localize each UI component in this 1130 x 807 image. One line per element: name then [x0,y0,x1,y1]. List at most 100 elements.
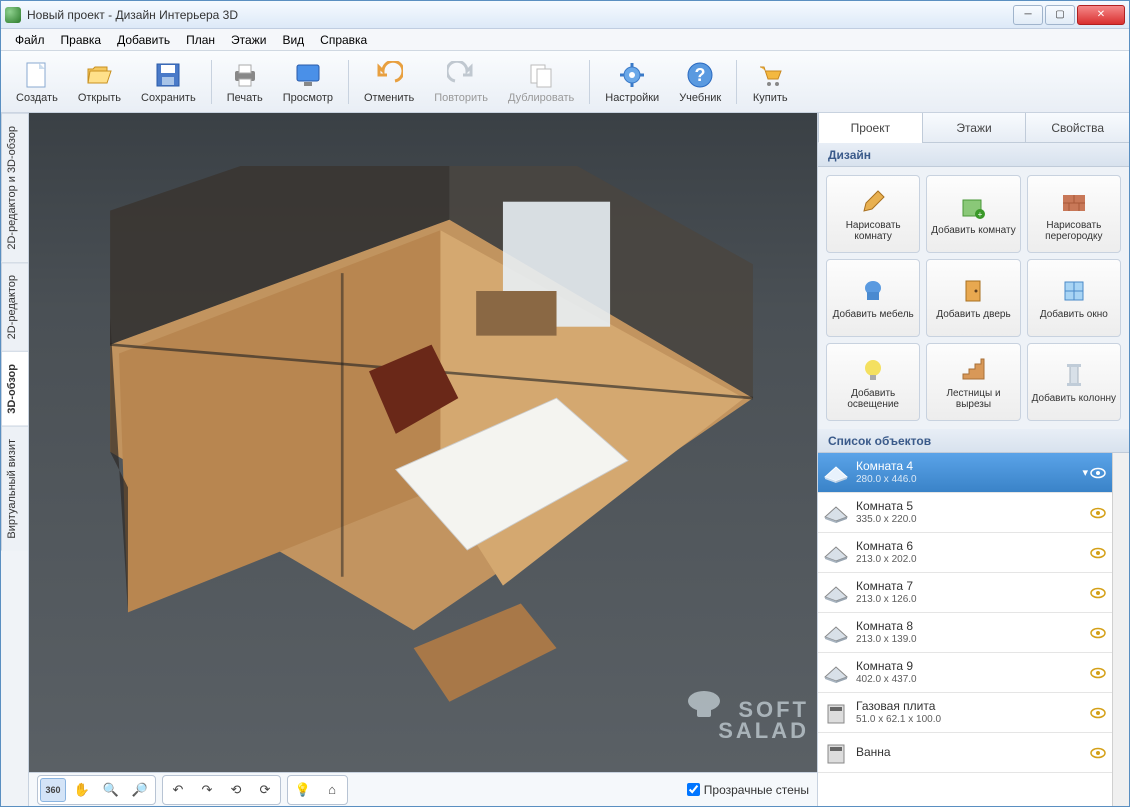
tile-add-furniture[interactable]: Добавить мебель [826,259,920,337]
buy-button[interactable]: Купить [743,56,797,107]
viewport: SOFT SALAD 360 ✋ 🔍 🔎 ↶ ↷ ⟲ ⟳ [29,113,817,806]
design-grid: Нарисовать комнату +Добавить комнату Нар… [818,167,1129,429]
tile-add-room[interactable]: +Добавить комнату [926,175,1020,253]
object-row[interactable]: Газовая плита51.0 x 62.1 x 100.0 [818,693,1112,733]
object-row[interactable]: Комната 5335.0 x 220.0 [818,493,1112,533]
menu-edit[interactable]: Правка [53,31,110,49]
object-name: Газовая плита [856,699,1084,714]
tool-zoom-in[interactable]: 🔍 [98,778,124,802]
object-name: Ванна [856,745,1084,760]
window-icon [1059,276,1089,306]
design-header: Дизайн [818,143,1129,167]
maximize-button[interactable]: ▢ [1045,5,1075,25]
redo-button[interactable]: Повторить [425,56,497,107]
box-icon [822,619,850,647]
object-row[interactable]: Ванна [818,733,1112,773]
transparent-walls-checkbox[interactable] [687,783,700,796]
tool-360[interactable]: 360 [40,778,66,802]
object-dimensions: 213.0 x 139.0 [856,634,1084,647]
visibility-eye-icon[interactable] [1090,465,1106,481]
tab-2d-3d[interactable]: 2D-редактор и 3D-обзор [1,113,28,262]
tab-floors[interactable]: Этажи [922,113,1026,143]
visibility-eye-icon[interactable] [1090,625,1106,641]
minimize-button[interactable]: ─ [1013,5,1043,25]
object-name: Комната 7 [856,579,1084,594]
tab-3d-view[interactable]: 3D-обзор [1,351,28,426]
door-icon [958,276,988,306]
visibility-eye-icon[interactable] [1090,545,1106,561]
menu-add[interactable]: Добавить [109,31,178,49]
tool-light[interactable]: 💡 [290,778,316,802]
tool-zoom-out[interactable]: 🔎 [127,778,153,802]
menubar: Файл Правка Добавить План Этажи Вид Спра… [1,29,1129,51]
help-button[interactable]: ? Учебник [670,56,730,107]
duplicate-button[interactable]: Дублировать [499,56,583,107]
tab-project[interactable]: Проект [818,113,922,143]
object-dimensions: 213.0 x 126.0 [856,594,1084,607]
tool-tilt-down[interactable]: ⟳ [252,778,278,802]
object-name: Комната 5 [856,499,1084,514]
menu-help[interactable]: Справка [312,31,375,49]
pencil-icon [858,187,888,217]
separator [348,60,349,104]
menu-view[interactable]: Вид [274,31,312,49]
object-dimensions: 51.0 x 62.1 x 100.0 [856,714,1084,727]
menu-floors[interactable]: Этажи [223,31,274,49]
tool-pan[interactable]: ✋ [69,778,95,802]
scrollbar[interactable] [1112,453,1129,806]
new-button[interactable]: Создать [7,56,67,107]
tool-home[interactable]: ⌂ [319,778,345,802]
print-button[interactable]: Печать [218,56,272,107]
visibility-eye-icon[interactable] [1090,505,1106,521]
object-row[interactable]: Комната 7213.0 x 126.0 [818,573,1112,613]
undo-button[interactable]: Отменить [355,56,423,107]
close-button[interactable]: ✕ [1077,5,1125,25]
object-row[interactable]: Комната 9402.0 x 437.0 [818,653,1112,693]
tab-properties[interactable]: Свойства [1025,113,1129,143]
preview-button[interactable]: Просмотр [274,56,342,107]
settings-button[interactable]: Настройки [596,56,668,107]
object-row[interactable]: Комната 8213.0 x 139.0 [818,613,1112,653]
tile-stairs[interactable]: Лестницы и вырезы [926,343,1020,421]
transparent-walls-label: Прозрачные стены [704,783,809,797]
tool-rotate-left[interactable]: ↶ [165,778,191,802]
box-icon [822,739,850,767]
open-button[interactable]: Открыть [69,56,130,107]
tile-draw-partition[interactable]: Нарисовать перегородку [1027,175,1121,253]
svg-text:?: ? [695,65,706,85]
tool-rotate-right[interactable]: ↷ [194,778,220,802]
menu-file[interactable]: Файл [7,31,53,49]
window-controls: ─ ▢ ✕ [1011,5,1125,25]
tile-add-column[interactable]: Добавить колонну [1027,343,1121,421]
tab-virtual-visit[interactable]: Виртуальный визит [1,426,28,551]
object-name: Комната 6 [856,539,1084,554]
box-icon [822,539,850,567]
object-name: Комната 8 [856,619,1084,634]
visibility-eye-icon[interactable] [1090,665,1106,681]
tool-tilt-up[interactable]: ⟲ [223,778,249,802]
box-icon [822,579,850,607]
separator [736,60,737,104]
tile-add-lighting[interactable]: Добавить освещение [826,343,920,421]
duplicate-icon [525,59,557,91]
printer-icon [229,59,261,91]
visibility-eye-icon[interactable] [1090,585,1106,601]
help-icon: ? [684,59,716,91]
tile-add-window[interactable]: Добавить окно [1027,259,1121,337]
3d-canvas[interactable]: SOFT SALAD [29,113,817,772]
object-row[interactable]: Комната 6213.0 x 202.0 [818,533,1112,573]
objects-list: Комната 4280.0 x 446.0▾Комната 5335.0 x … [818,453,1112,806]
object-row[interactable]: Комната 4280.0 x 446.0▾ [818,453,1112,493]
tile-draw-room[interactable]: Нарисовать комнату [826,175,920,253]
menu-plan[interactable]: План [178,31,223,49]
save-button[interactable]: Сохранить [132,56,205,107]
tab-2d-editor[interactable]: 2D-редактор [1,262,28,351]
right-panel: Проект Этажи Свойства Дизайн Нарисовать … [817,113,1129,806]
visibility-eye-icon[interactable] [1090,745,1106,761]
canvas-toolbar: 360 ✋ 🔍 🔎 ↶ ↷ ⟲ ⟳ 💡 ⌂ Прозрачные [29,772,817,806]
bulb-icon [858,355,888,385]
tile-add-door[interactable]: Добавить дверь [926,259,1020,337]
object-dimensions: 335.0 x 220.0 [856,514,1084,527]
app-icon [5,7,21,23]
visibility-eye-icon[interactable] [1090,705,1106,721]
